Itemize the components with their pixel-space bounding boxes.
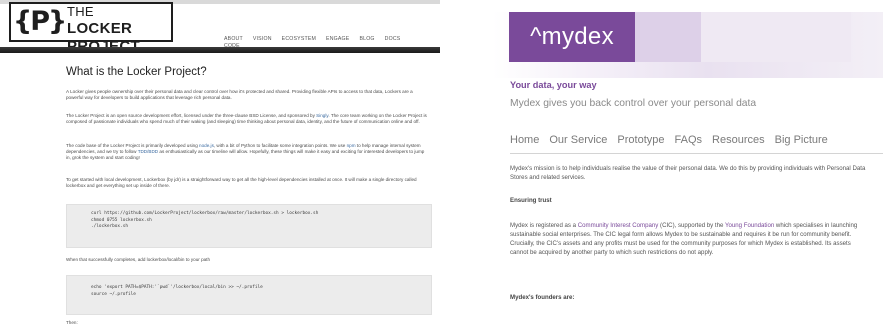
header-tab-decoration (635, 12, 701, 62)
nav-engage[interactable]: ENGAGE (326, 36, 349, 42)
tagline: Your data, your way (510, 80, 597, 90)
nav-resources[interactable]: Resources (712, 134, 765, 146)
intro-paragraph: A Locker gives people ownership over the… (66, 89, 413, 100)
nav-big-picture[interactable]: Big Picture (775, 134, 828, 146)
locker-nav: ABOUT VISION ECOSYSTEM ENGAGE BLOG DOCS … (224, 36, 401, 49)
nav-prototype[interactable]: Prototype (617, 134, 664, 146)
tdd-link[interactable]: TDD/BDD (138, 149, 158, 154)
mydex-page: ^mydex Your data, your way Mydex gives y… (492, 0, 883, 328)
locker-logo[interactable]: {P} THE LOCKER PROJECT (9, 2, 173, 55)
header-tab-decoration (701, 12, 851, 62)
nav-docs[interactable]: DOCS (385, 36, 401, 42)
getting-started-paragraph: To get started with local development, L… (66, 177, 417, 188)
code-line: source ~/.profile (91, 291, 136, 297)
section-heading: Ensuring trust (510, 197, 552, 204)
nav-vision[interactable]: VISION (253, 36, 272, 42)
nav-faqs[interactable]: FAQs (675, 134, 703, 146)
header-bar (0, 47, 440, 53)
page-title: What is the Locker Project? (66, 66, 207, 78)
founders-heading: Mydex's founders are: (510, 294, 575, 301)
mydex-nav: Home Our Service Prototype FAQs Resource… (510, 134, 828, 146)
locker-logo-the: THE (67, 4, 94, 19)
then-label: Then: (66, 320, 78, 325)
nodejs-link[interactable]: node.js (199, 143, 214, 148)
codebase-paragraph: The code base of the Locker Project is p… (66, 143, 425, 160)
nav-divider (510, 153, 883, 154)
code-line: ./lockerbox.sh (91, 224, 129, 229)
young-foundation-link[interactable]: Young Foundation (725, 222, 774, 229)
singly-link[interactable]: Singly (316, 113, 328, 118)
nav-our-service[interactable]: Our Service (549, 134, 607, 146)
code-block-path[interactable]: echo 'export PATH=$PATH:'`pwd`'/lockerbo… (66, 275, 432, 315)
about-paragraph: The Locker Project is an open source dev… (66, 113, 427, 124)
locker-project-page: {P} THE LOCKER PROJECT ABOUT VISION ECOS… (0, 0, 440, 328)
npm-link[interactable]: npm (347, 143, 356, 148)
path-paragraph: When that successfully completes, add lo… (66, 257, 211, 262)
subtitle: Mydex gives you back control over your p… (510, 98, 757, 109)
code-block-install[interactable]: curl https://github.com/LockerProject/lo… (66, 204, 432, 248)
mydex-logo[interactable]: ^mydex (509, 12, 635, 62)
nav-about[interactable]: ABOUT (224, 36, 243, 42)
nav-ecosystem[interactable]: ECOSYSTEM (282, 36, 316, 42)
nav-home[interactable]: Home (510, 134, 539, 146)
nav-blog[interactable]: BLOG (359, 36, 374, 42)
cic-link[interactable]: Community Interest Company (578, 222, 659, 229)
mission-paragraph: Mydex's mission is to help individuals r… (510, 165, 866, 181)
trust-paragraph: Mydex is registered as a Community Inter… (510, 222, 858, 256)
locker-logo-icon: {P} (13, 6, 67, 37)
